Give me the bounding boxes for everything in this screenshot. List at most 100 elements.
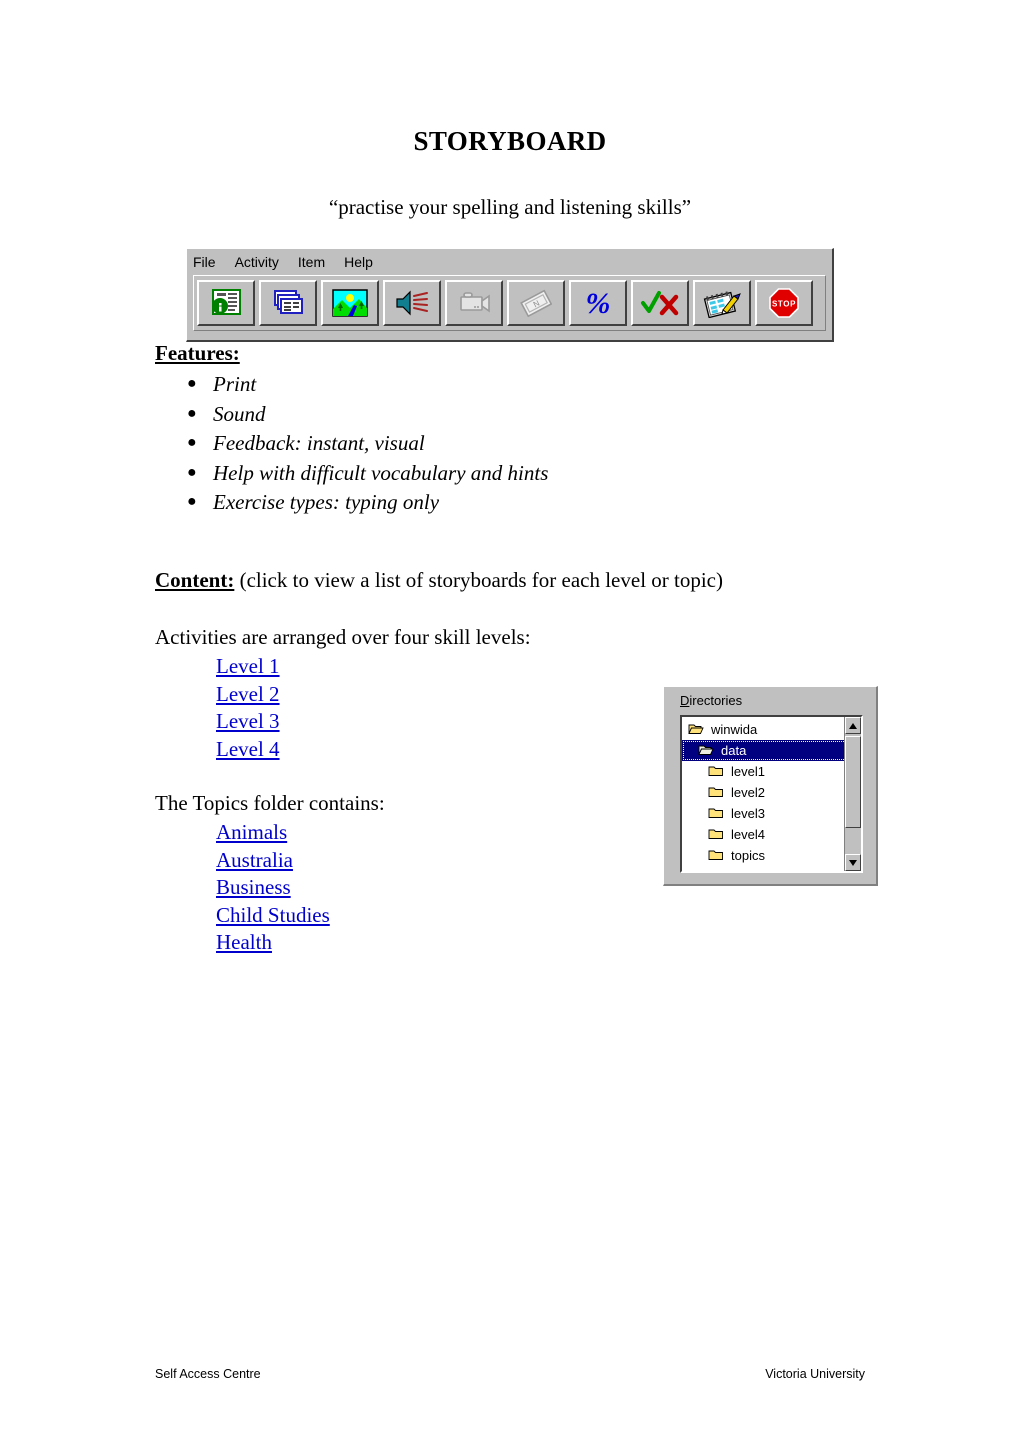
directories-dialog-screenshot: Directories winwida data level1 level2 l… [663, 686, 878, 886]
toolbar-button-picture[interactable] [321, 280, 379, 326]
toolbar-button-stop[interactable]: STOP [755, 280, 813, 326]
list-item: ● Exercise types: typing only [155, 488, 548, 518]
directory-item-level4[interactable]: level4 [682, 824, 844, 845]
topics-list: Animals Australia Business Child Studies… [216, 819, 330, 957]
svg-text:%: % [586, 288, 611, 318]
check-cross-icon [640, 289, 680, 317]
directory-item-label: level4 [731, 827, 765, 842]
directories-scrollbar[interactable] [844, 717, 861, 871]
list-item: ● Print [155, 370, 548, 400]
bullet-glyph: ● [187, 375, 197, 392]
directories-label-rest: irectories [689, 693, 743, 708]
info-document-icon [209, 288, 243, 318]
directory-item-data[interactable]: data [682, 740, 861, 761]
menu-item-help[interactable]: Help [344, 254, 373, 270]
scrollbar-thumb[interactable] [845, 736, 861, 828]
link-topic-child-studies[interactable]: Child Studies [216, 903, 330, 927]
closed-folder-icon [708, 785, 724, 801]
content-heading-line: Content: (click to view a list of storyb… [155, 568, 723, 593]
link-level-2[interactable]: Level 2 [216, 682, 280, 706]
content-label: Content: [155, 568, 235, 592]
link-level-3[interactable]: Level 3 [216, 709, 280, 733]
link-topic-australia[interactable]: Australia [216, 848, 293, 872]
page-footer: Self Access Centre Victoria University [155, 1367, 865, 1381]
list-item: ● Feedback: instant, visual [155, 429, 548, 459]
list-item: Australia [216, 847, 330, 875]
scroll-up-arrow-icon[interactable] [845, 717, 861, 734]
list-item: Level 4 [216, 736, 280, 764]
scroll-down-arrow-icon[interactable] [845, 854, 861, 871]
menu-item-item[interactable]: Item [298, 254, 325, 270]
footer-left-text: Self Access Centre [155, 1367, 261, 1381]
activities-line: Activities are arranged over four skill … [155, 625, 531, 649]
feature-label: Help with difficult vocabulary and hints [213, 460, 549, 485]
link-topic-business[interactable]: Business [216, 875, 291, 899]
list-item: ● Help with difficult vocabulary and hint… [155, 459, 548, 489]
list-item: Level 3 [216, 708, 280, 736]
menu-bar: File Activity Item Help [193, 252, 392, 272]
directory-item-topics[interactable]: topics [682, 845, 844, 866]
content-note: (click to view a list of storyboards for… [234, 568, 723, 592]
directory-item-level1[interactable]: level1 [682, 761, 844, 782]
toolbar-button-sound[interactable] [383, 280, 441, 326]
topics-line: The Topics folder contains: [155, 791, 385, 815]
open-folder-icon [688, 722, 704, 738]
menu-item-file[interactable]: File [193, 254, 216, 270]
menu-item-activity[interactable]: Activity [235, 254, 279, 270]
feature-label: Feedback: instant, visual [213, 431, 425, 455]
link-topic-animals[interactable]: Animals [216, 820, 287, 844]
list-item: Child Studies [216, 902, 330, 930]
directories-listbox[interactable]: winwida data level1 level2 level3 level4… [680, 715, 863, 873]
open-folder-icon [698, 743, 714, 759]
list-item: Level 1 [216, 653, 280, 681]
bullet-glyph: ● [187, 463, 197, 481]
ribbon-tag-icon: N [520, 288, 552, 318]
closed-folder-icon [708, 806, 724, 822]
list-item: Health [216, 929, 330, 957]
list-item: Level 2 [216, 681, 280, 709]
toolbar-button-percent[interactable]: % [569, 280, 627, 326]
closed-folder-icon [708, 764, 724, 780]
features-list: ● Print ● Sound ● Feedback: instant, visual… [155, 370, 548, 518]
toolbar-button-write[interactable] [693, 280, 751, 326]
levels-list: Level 1 Level 2 Level 3 Level 4 [216, 653, 280, 763]
bullet-glyph: ● [187, 404, 197, 422]
list-item: Business [216, 874, 330, 902]
page-subtitle: “practise your spelling and listening sk… [328, 195, 692, 219]
directory-item-level3[interactable]: level3 [682, 803, 844, 824]
directories-item-container: winwida data level1 level2 level3 level4… [682, 717, 861, 871]
feature-label: Print [213, 372, 257, 396]
directory-item-label: topics [731, 848, 765, 863]
directory-item-level2[interactable]: level2 [682, 782, 844, 803]
footer-right-text: Victoria University [765, 1367, 865, 1381]
link-level-4[interactable]: Level 4 [216, 737, 280, 761]
link-level-1[interactable]: Level 1 [216, 654, 280, 678]
toolbar-button-check-answers[interactable] [631, 280, 689, 326]
video-camera-icon [456, 290, 492, 316]
toolbar-button-tag[interactable]: N [507, 280, 565, 326]
notepad-pencil-icon [703, 288, 741, 318]
stop-sign-label: STOP [772, 300, 796, 309]
page-title: STORYBOARD [413, 126, 607, 156]
directory-item-label: winwida [711, 722, 758, 737]
features-heading: Features: [155, 341, 240, 365]
directories-label-accesskey: D [680, 693, 690, 708]
feature-label: Sound [213, 401, 266, 426]
picture-icon [332, 289, 368, 317]
directories-label: Directories [680, 693, 742, 708]
toolbar-button-info[interactable] [197, 280, 255, 326]
link-topic-health[interactable]: Health [216, 930, 272, 954]
list-item: Animals [216, 819, 330, 847]
list-item: ● Sound [155, 400, 548, 430]
directory-item-label: level3 [731, 806, 765, 821]
app-window-screenshot: File Activity Item Help N % STOP [186, 248, 834, 342]
percent-icon: % [581, 288, 615, 318]
toolbar-button-video[interactable] [445, 280, 503, 326]
feature-label: Exercise types: typing only [213, 490, 440, 514]
stacked-cards-icon [271, 288, 305, 318]
bullet-glyph: ● [187, 434, 197, 451]
directory-item-label: data [721, 743, 747, 758]
speaker-sound-icon [394, 289, 430, 317]
directory-item-winwida[interactable]: winwida [682, 719, 844, 740]
toolbar-button-cards[interactable] [259, 280, 317, 326]
